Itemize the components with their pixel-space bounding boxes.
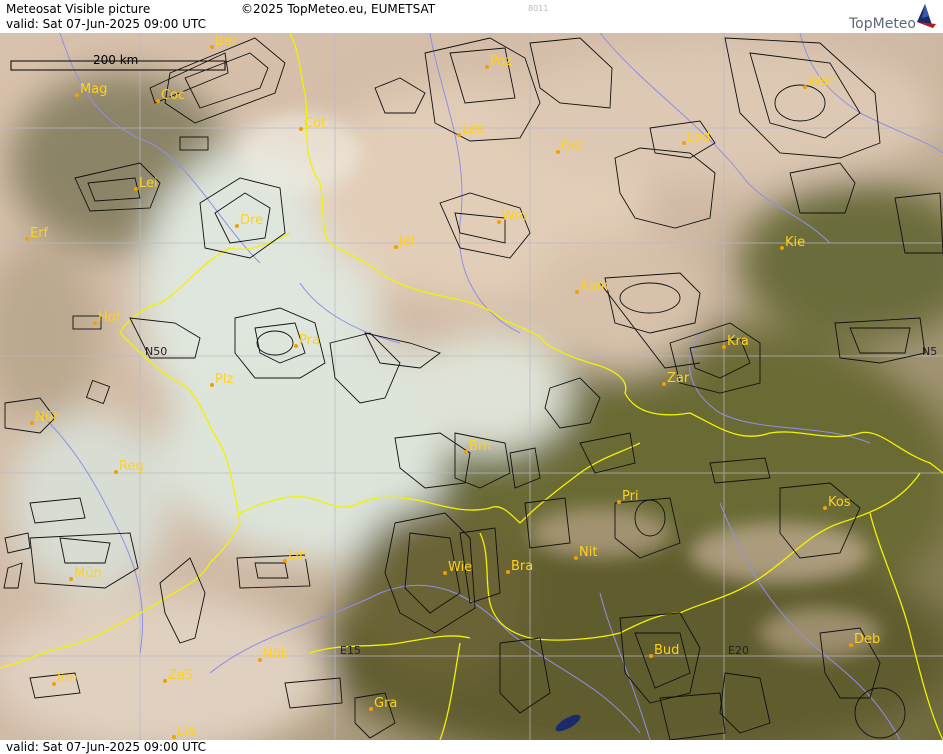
city-marker <box>457 133 461 137</box>
image-code: 8011 <box>528 4 549 13</box>
city-label: Reg <box>119 459 144 474</box>
city-marker <box>163 679 167 683</box>
city-label: Coc <box>161 88 185 103</box>
city-label: Cot <box>304 116 326 131</box>
city-label: Hof <box>98 310 121 325</box>
city-marker <box>556 150 560 154</box>
brand-name: TopMeteo <box>849 16 916 32</box>
city-marker <box>497 220 501 224</box>
city-label: Lei <box>139 176 158 191</box>
city-marker <box>283 559 287 563</box>
city-marker <box>722 345 726 349</box>
city-marker <box>780 246 784 250</box>
city-label: Poz <box>490 54 512 69</box>
city-label: Nür <box>35 410 59 425</box>
city-label: Les <box>462 122 484 137</box>
city-label: Wie <box>448 560 472 575</box>
city-marker <box>69 577 73 581</box>
city-label: Bud <box>654 643 679 658</box>
city-marker <box>156 99 160 103</box>
city-label: Lin <box>288 548 307 563</box>
city-label: Mag <box>80 82 107 97</box>
city-label: Ost <box>561 139 583 154</box>
city-label: Plz <box>215 372 233 387</box>
city-marker <box>210 383 214 387</box>
city-label: Gra <box>374 696 397 711</box>
city-label: Nöb <box>263 647 289 662</box>
city-marker <box>575 290 579 294</box>
city-marker <box>210 45 214 49</box>
city-label: Lie <box>177 724 196 739</box>
city-marker <box>258 658 262 662</box>
city-marker <box>369 707 373 711</box>
city-marker <box>93 321 97 325</box>
city-label: Mün <box>74 566 102 581</box>
city-label: Pra <box>299 333 320 348</box>
city-label: Lod <box>687 130 710 145</box>
city-marker <box>52 682 56 686</box>
city-label: Pri <box>622 489 639 504</box>
grid-label: E20 <box>728 644 749 657</box>
city-marker <box>803 85 807 89</box>
city-marker <box>574 556 578 560</box>
city-marker <box>114 470 118 474</box>
city-marker <box>682 141 686 145</box>
map-title: Meteosat Visible picture <box>6 2 151 16</box>
city-label: Jel <box>398 234 414 249</box>
city-marker <box>75 93 79 97</box>
city-label: Deb <box>854 632 880 647</box>
header-bar: Meteosat Visible picture ©2025 TopMeteo.… <box>0 0 943 33</box>
city-marker <box>134 187 138 191</box>
scale-label: 200 km <box>93 53 138 67</box>
city-marker <box>649 654 653 658</box>
city-marker <box>849 643 853 647</box>
city-marker <box>464 450 468 454</box>
city-label: Brn <box>469 439 491 454</box>
copyright-text: ©2025 TopMeteo.eu, EUMETSAT <box>241 2 436 16</box>
city-label: War <box>808 74 834 89</box>
city-label: Kam <box>580 279 609 294</box>
city-marker <box>235 224 239 228</box>
city-label: Wro <box>502 209 527 224</box>
city-marker <box>294 344 298 348</box>
city-label: Kie <box>785 235 805 250</box>
city-marker <box>394 245 398 249</box>
city-label: Kos <box>828 495 851 510</box>
satellite-map[interactable]: 200 km N50 E15 E20 N5 Ber Mag Coc Cot Po… <box>0 33 943 740</box>
grid-label: E15 <box>340 644 361 657</box>
city-marker <box>506 570 510 574</box>
city-marker <box>662 382 666 386</box>
city-label: Nit <box>579 545 597 560</box>
city-marker <box>25 237 29 241</box>
city-label: Zar <box>667 371 690 386</box>
map-canvas: 200 km N50 E15 E20 N5 BerMag CocCotPozWa… <box>0 33 943 740</box>
city-marker <box>30 421 34 425</box>
city-label: Kra <box>727 334 749 349</box>
city-marker <box>299 127 303 131</box>
footer-bar: valid: Sat 07-Jun-2025 09:00 UTC <box>0 740 943 754</box>
city-label: Ber <box>215 34 238 49</box>
city-label: Erf <box>30 226 49 241</box>
city-marker <box>617 500 621 504</box>
footer-valid-time: valid: Sat 07-Jun-2025 09:00 UTC <box>6 740 206 754</box>
city-marker <box>823 506 827 510</box>
grid-label: N50 <box>145 345 167 358</box>
city-label: Dre <box>240 213 263 228</box>
city-marker <box>172 735 176 739</box>
city-label: ZaS <box>168 668 193 683</box>
city-marker <box>443 571 447 575</box>
city-label: Inn <box>57 671 77 686</box>
city-marker <box>485 65 489 69</box>
city-label: Bra <box>511 559 533 574</box>
valid-time: valid: Sat 07-Jun-2025 09:00 UTC <box>6 17 206 31</box>
